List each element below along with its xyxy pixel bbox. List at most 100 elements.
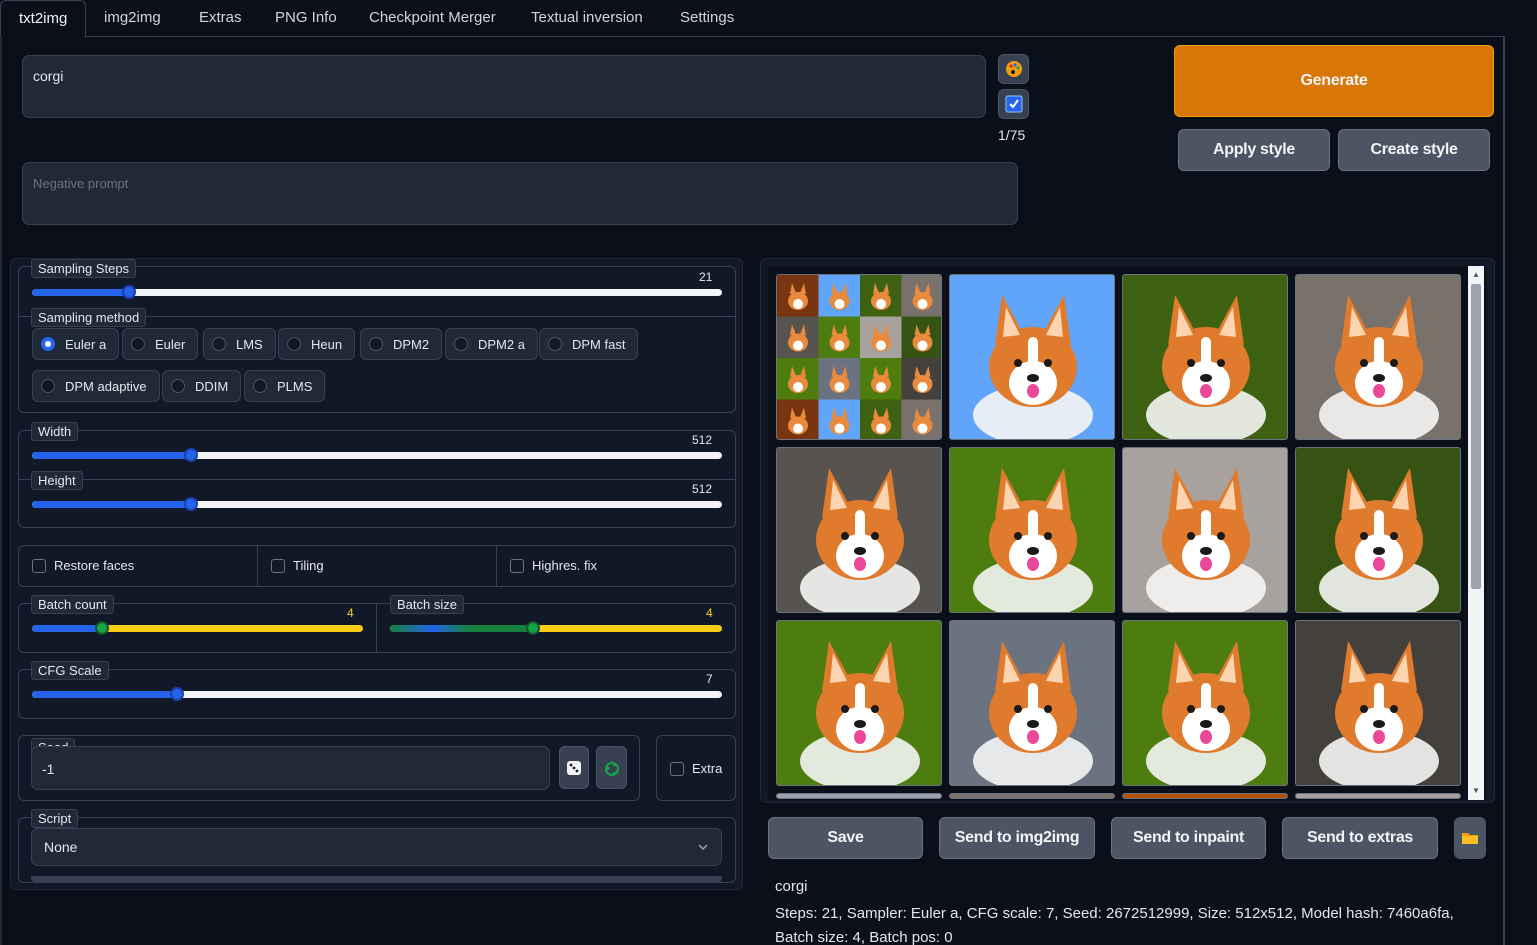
send-to-extras-button[interactable]: Send to extras <box>1282 817 1438 859</box>
radio-dot <box>131 337 145 351</box>
radio-heun[interactable]: Heun <box>278 328 356 360</box>
gallery-grid-image[interactable] <box>776 274 942 440</box>
slider-thumb[interactable] <box>94 621 109 635</box>
generate-button[interactable]: Generate <box>1174 45 1494 117</box>
radio-dot <box>253 379 267 393</box>
radio-label: DPM2 <box>393 336 430 352</box>
gallery-image[interactable] <box>776 447 942 613</box>
radio-dpm-fast[interactable]: DPM fast <box>539 328 639 360</box>
checkbox-box[interactable] <box>32 558 46 573</box>
radio-dpm2-a[interactable]: DPM2 a <box>445 328 538 360</box>
scroll-up-icon[interactable]: ▲ <box>1472 270 1480 279</box>
token-counter: 1/75 <box>998 127 1026 143</box>
save-button[interactable]: Save <box>768 817 923 859</box>
radio-euler[interactable]: Euler <box>122 328 199 360</box>
gallery-image[interactable] <box>1295 274 1461 440</box>
cfg-scale-value[interactable]: 7 <box>706 672 713 686</box>
batch-count-value[interactable]: 4 <box>347 606 354 620</box>
height-value[interactable]: 512 <box>692 482 712 496</box>
tiling-checkbox[interactable]: Tiling <box>271 558 324 573</box>
slider-thumb[interactable] <box>183 448 198 462</box>
width-slider[interactable] <box>32 448 722 462</box>
negative-prompt-input[interactable]: Negative prompt <box>22 162 1018 225</box>
checkbox-box[interactable] <box>510 558 524 573</box>
prompt-input[interactable]: corgi <box>22 55 986 118</box>
batch-count-slider[interactable] <box>32 621 363 635</box>
highres-fix-checkbox[interactable]: Highres. fix <box>510 558 597 573</box>
script-label: Script <box>31 809 79 828</box>
sampling-steps-slider[interactable] <box>32 285 722 299</box>
radio-dpm2[interactable]: DPM2 <box>360 328 443 360</box>
recycle-icon <box>604 759 619 776</box>
radio-euler-a[interactable]: Euler a <box>32 328 120 360</box>
seed-value: -1 <box>42 761 55 777</box>
folder-icon <box>1462 833 1478 844</box>
sampling-steps-value[interactable]: 21 <box>699 270 712 284</box>
slider-thumb[interactable] <box>183 497 198 511</box>
gallery-image[interactable] <box>776 793 942 799</box>
batch-size-value[interactable]: 4 <box>706 606 713 620</box>
radio-dot <box>41 337 55 351</box>
slider-fill <box>32 691 177 698</box>
width-value[interactable]: 512 <box>692 433 712 447</box>
paste-style-button[interactable] <box>998 54 1029 84</box>
batch-size-slider[interactable] <box>390 621 722 635</box>
open-folder-button[interactable] <box>1454 817 1486 859</box>
create-style-button[interactable]: Create style <box>1338 129 1490 171</box>
radio-plms[interactable]: PLMS <box>244 370 326 402</box>
tab-img2img[interactable]: img2img <box>86 0 179 37</box>
batch-size-label: Batch size <box>390 595 464 614</box>
gallery-image[interactable] <box>776 620 942 786</box>
reuse-seed-button[interactable] <box>596 746 627 789</box>
radio-dpm-adaptive[interactable]: DPM adaptive <box>32 370 160 402</box>
send-to-inpaint-button[interactable]: Send to inpaint <box>1111 817 1266 859</box>
gallery-image[interactable] <box>949 447 1115 613</box>
tab-settings[interactable]: Settings <box>662 0 752 37</box>
checkbox-box[interactable] <box>670 761 684 776</box>
gallery-image[interactable] <box>949 620 1115 786</box>
scroll-down-icon[interactable]: ▼ <box>1472 786 1480 795</box>
slider-fill <box>32 452 191 459</box>
gallery-image[interactable] <box>1295 620 1461 786</box>
seed-input[interactable]: -1 <box>31 746 550 790</box>
gallery-image[interactable] <box>1295 793 1461 799</box>
extra-checkbox[interactable]: Extra <box>670 761 722 776</box>
tab-extras[interactable]: Extras <box>181 0 260 37</box>
gallery-image[interactable] <box>949 793 1115 799</box>
slider-fill <box>32 625 102 632</box>
send-to-img2img-button[interactable]: Send to img2img <box>939 817 1095 859</box>
radio-label: DPM2 a <box>478 336 525 352</box>
tab-txt2img[interactable]: txt2img <box>0 0 87 38</box>
gallery-image[interactable] <box>1122 793 1288 799</box>
script-select[interactable]: None <box>31 828 722 866</box>
gallery-image[interactable] <box>1122 620 1288 786</box>
checkbox-box[interactable] <box>271 558 285 573</box>
radio-label: Euler a <box>65 336 107 352</box>
cfg-scale-slider[interactable] <box>32 687 722 701</box>
gallery-image[interactable] <box>1122 447 1288 613</box>
tab-png-info[interactable]: PNG Info <box>257 0 355 37</box>
gallery-image[interactable] <box>949 274 1115 440</box>
apply-style-button[interactable]: Apply style <box>1178 129 1330 171</box>
palette-icon <box>1005 61 1022 77</box>
gallery-image[interactable] <box>1295 447 1461 613</box>
scrollbar-thumb[interactable] <box>1471 284 1481 589</box>
height-slider[interactable] <box>32 497 722 511</box>
radio-dot <box>212 337 226 351</box>
restore-faces-checkbox[interactable]: Restore faces <box>32 558 134 573</box>
gallery: ▲ ▼ <box>768 266 1486 800</box>
radio-label: PLMS <box>277 378 313 394</box>
radio-lms[interactable]: LMS <box>203 328 276 360</box>
slider-thumb[interactable] <box>121 285 136 299</box>
radio-ddim[interactable]: DDIM <box>162 370 242 402</box>
tab-checkpoint-merger[interactable]: Checkpoint Merger <box>351 0 514 37</box>
gallery-image[interactable] <box>1122 274 1288 440</box>
radio-label: Heun <box>311 336 343 352</box>
gallery-scrollbar[interactable]: ▲ ▼ <box>1468 266 1484 800</box>
random-seed-button[interactable] <box>559 746 589 789</box>
divider <box>19 479 735 480</box>
slider-thumb[interactable] <box>169 687 184 701</box>
tab-textual-inversion[interactable]: Textual inversion <box>513 0 661 37</box>
slider-thumb[interactable] <box>525 621 540 635</box>
read-params-button[interactable] <box>998 89 1029 119</box>
